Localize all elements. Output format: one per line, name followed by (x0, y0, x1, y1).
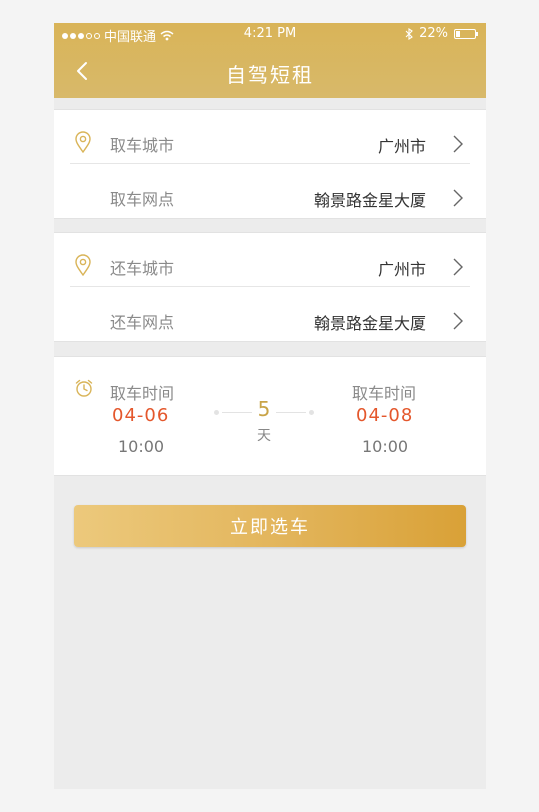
pickup-date: 04-06 (112, 405, 170, 426)
divider-line (276, 412, 306, 413)
return-card: 还车城市 广州市 还车网点 翰景路金星大厦 (54, 232, 486, 342)
battery-icon (454, 28, 478, 39)
pickup-card: 取车城市 广州市 取车网点 翰景路金星大厦 (54, 109, 486, 219)
alarm-clock-icon (75, 379, 93, 397)
status-bar: 中国联通 4:21 PM 22% (54, 23, 486, 45)
chevron-right-icon (453, 312, 463, 330)
divider-dot (309, 410, 314, 415)
chevron-right-icon (453, 135, 463, 153)
rental-duration: 5 天 (214, 397, 314, 457)
status-right: 22% (405, 26, 478, 41)
header: 中国联通 4:21 PM 22% 自驾短租 (54, 23, 486, 98)
chevron-right-icon (453, 258, 463, 276)
return-hour: 10:00 (362, 437, 409, 456)
return-time-label: 取车时间 (352, 384, 417, 403)
page-title: 自驾短租 (226, 63, 314, 87)
pickup-branch-label: 取车网点 (110, 190, 175, 209)
select-car-button[interactable]: 立即选车 (74, 505, 466, 547)
pickup-time-label: 取车时间 (110, 384, 175, 403)
pickup-city-row[interactable]: 取车城市 广州市 (54, 110, 486, 164)
return-branch-label: 还车网点 (110, 313, 175, 332)
bluetooth-icon (405, 27, 413, 40)
app-screen: 中国联通 4:21 PM 22% 自驾短租 取车城市 广州市 取车网点 翰景路金… (54, 23, 486, 789)
return-city-label: 还车城市 (110, 259, 175, 278)
chevron-right-icon (453, 189, 463, 207)
pickup-branch-value: 翰景路金星大厦 (313, 191, 426, 210)
pickup-branch-row[interactable]: 取车网点 翰景路金星大厦 (54, 164, 486, 218)
return-branch-row[interactable]: 还车网点 翰景路金星大厦 (54, 287, 486, 341)
rental-days: 5 (257, 397, 271, 421)
return-date: 04-08 (356, 405, 414, 426)
return-branch-value: 翰景路金星大厦 (313, 314, 426, 333)
navigation-bar: 自驾短租 (54, 45, 486, 98)
return-city-value: 广州市 (377, 260, 426, 279)
location-pin-icon (75, 131, 91, 153)
pickup-hour: 10:00 (118, 437, 165, 456)
rental-days-unit: 天 (257, 428, 271, 444)
pickup-city-value: 广州市 (377, 137, 426, 156)
battery-percent: 22% (419, 26, 448, 41)
rental-time-card: 取车时间 04-06 10:00 5 天 取车时间 04-08 10:00 (54, 356, 486, 476)
location-pin-icon (75, 254, 91, 276)
pickup-city-label: 取车城市 (110, 136, 175, 155)
return-city-row[interactable]: 还车城市 广州市 (54, 233, 486, 287)
